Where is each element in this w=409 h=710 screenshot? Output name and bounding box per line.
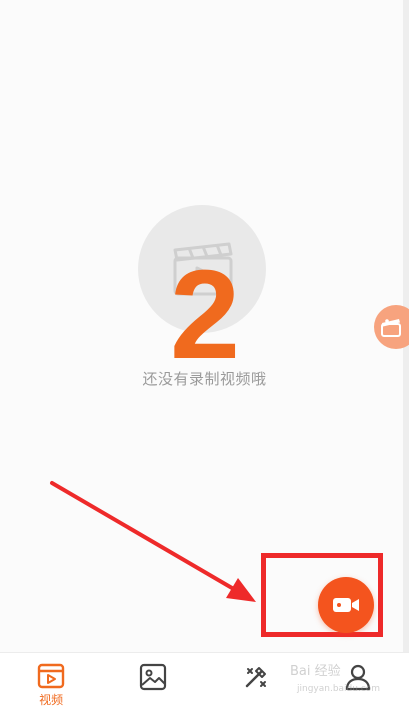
step-number: 2 <box>169 244 241 385</box>
tools-tab-icon <box>245 667 266 688</box>
clapperboard-icon <box>381 319 401 337</box>
video-camera-icon <box>333 598 359 612</box>
bottom-nav: 视频 <box>0 652 409 710</box>
watermark-url: jingyan.baidu.com <box>297 684 381 694</box>
nav-item-video-label: 视频 <box>39 693 64 707</box>
floating-side-tab[interactable] <box>374 305 409 349</box>
video-tab-icon <box>37 663 65 689</box>
record-video-button[interactable] <box>318 577 374 633</box>
screen: 还没有录制视频哦 2 视频 Bai 经验 jingyan.baidu.com <box>0 0 409 710</box>
nav-item-image[interactable] <box>102 653 204 710</box>
watermark: Bai 经验 <box>290 664 341 679</box>
nav-item-video[interactable]: 视频 <box>0 653 102 710</box>
image-tab-icon <box>140 663 167 691</box>
